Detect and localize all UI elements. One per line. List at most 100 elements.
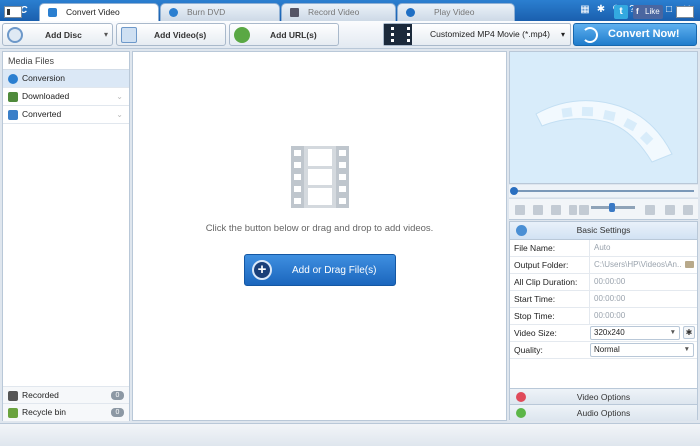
- setting-output-folder: Output Folder: C:\Users\HP\Videos\An...: [510, 257, 697, 274]
- tab-label: Convert Video: [66, 7, 120, 17]
- clip-duration-value: 00:00:00: [589, 274, 697, 290]
- volume-icon[interactable]: [579, 205, 589, 215]
- tab-play-video[interactable]: Play Video: [397, 3, 515, 21]
- sidebar-header: Media Files: [3, 52, 129, 70]
- add-disc-label: Add Disc: [45, 30, 82, 40]
- add-urls-button[interactable]: Add URL(s): [229, 23, 339, 46]
- twitter-icon[interactable]: t: [614, 5, 628, 19]
- audio-options-header[interactable]: Audio Options: [510, 404, 697, 421]
- profile-label: Customized MP4 Movie (*.mp4): [430, 29, 550, 39]
- split-icon[interactable]: [645, 205, 655, 215]
- setting-label: Video Size:: [514, 328, 557, 338]
- toggle-sidebar-icon[interactable]: [4, 6, 22, 18]
- video-preview: [509, 51, 698, 184]
- film-add-icon: [121, 27, 137, 43]
- add-or-drag-files-button[interactable]: + Add or Drag File(s): [244, 254, 396, 286]
- video-options-header[interactable]: Video Options: [510, 388, 697, 405]
- tab-label: Play Video: [434, 7, 475, 17]
- chevron-down-icon[interactable]: [569, 205, 577, 215]
- sidebar-item-label: Conversion: [22, 73, 65, 83]
- chevron-down-icon[interactable]: ▾: [104, 24, 108, 46]
- maximize-icon[interactable]: □: [662, 3, 676, 17]
- play-icon: [406, 8, 415, 17]
- basic-settings-header[interactable]: Basic Settings: [510, 222, 697, 240]
- setting-video-size: Video Size: 320x240 ▼ ✱: [510, 325, 697, 342]
- volume-slider[interactable]: [591, 203, 635, 212]
- sidebar-item-label: Recycle bin: [22, 407, 66, 417]
- dvd-icon: [169, 8, 178, 17]
- basic-settings-label: Basic Settings: [576, 225, 631, 235]
- tab-convert-video[interactable]: Convert Video: [39, 3, 159, 22]
- sidebar-item-recorded[interactable]: Recorded 0: [3, 386, 129, 404]
- recycle-bin-icon: [8, 408, 18, 418]
- tab-label: Record Video: [308, 7, 360, 17]
- snapshot-icon[interactable]: [551, 205, 561, 215]
- player-controls: [509, 198, 698, 220]
- stop-time-field[interactable]: 00:00:00: [589, 308, 697, 324]
- drop-hint: Click the button below or drag and drop …: [205, 223, 434, 234]
- file-drop-area[interactable]: Click the button below or drag and drop …: [132, 51, 507, 421]
- converted-icon: [8, 110, 18, 120]
- play-icon[interactable]: [515, 205, 525, 215]
- skin-icon[interactable]: ▦: [578, 3, 592, 17]
- chevron-down-icon: ▼: [669, 329, 676, 336]
- setting-file-name: File Name: Auto: [510, 240, 697, 257]
- sidebar-item-downloaded[interactable]: Downloaded ⌄: [3, 88, 129, 106]
- convert-now-button[interactable]: Convert Now!: [573, 23, 697, 46]
- setting-label: Output Folder:: [514, 260, 569, 270]
- count-badge: 0: [111, 408, 124, 417]
- setting-stop-time: Stop Time: 00:00:00: [510, 308, 697, 325]
- record-icon: [290, 8, 299, 17]
- file-name-field[interactable]: Auto: [589, 240, 697, 256]
- start-time-field[interactable]: 00:00:00: [589, 291, 697, 307]
- gear-icon[interactable]: ✱: [683, 326, 695, 339]
- film-strip-icon: [384, 24, 412, 45]
- quality-select[interactable]: Normal ▼: [590, 343, 694, 357]
- chevron-down-icon: ▾: [560, 30, 565, 39]
- seek-bar[interactable]: [509, 185, 698, 197]
- add-videos-button[interactable]: Add Video(s): [116, 23, 226, 46]
- setting-label: Start Time:: [514, 294, 556, 304]
- setting-start-time: Start Time: 00:00:00: [510, 291, 697, 308]
- output-folder-field[interactable]: C:\Users\HP\Videos\An...: [589, 257, 681, 273]
- conversion-icon: [8, 74, 18, 84]
- folder-icon[interactable]: [685, 261, 694, 268]
- sidebar-item-label: Converted: [22, 109, 62, 119]
- stop-icon[interactable]: [533, 205, 543, 215]
- convert-label: Convert Now!: [608, 28, 680, 40]
- count-badge: 0: [111, 391, 124, 400]
- output-profile-select[interactable]: Customized MP4 Movie (*.mp4) ▾: [383, 23, 571, 46]
- chevron-down-icon[interactable]: ⌄: [116, 88, 123, 105]
- settings-panel: Basic Settings File Name: Auto Output Fo…: [509, 221, 698, 421]
- sidebar-item-recycle-bin[interactable]: Recycle bin 0: [3, 404, 129, 422]
- effects-icon[interactable]: [665, 205, 675, 215]
- sidebar-item-conversion[interactable]: Conversion: [3, 70, 129, 88]
- sidebar-item-label: Recorded: [22, 390, 59, 400]
- add-disc-button[interactable]: Add Disc ▾: [2, 23, 113, 46]
- tab-record-video[interactable]: Record Video: [281, 3, 396, 21]
- setting-label: Stop Time:: [514, 311, 555, 321]
- recorder-icon: [8, 391, 18, 401]
- sidebar-item-converted[interactable]: Converted ⌄: [3, 106, 129, 124]
- video-size-select[interactable]: 320x240 ▼: [590, 326, 680, 340]
- setting-label: File Name:: [514, 243, 556, 253]
- add-button-label: Add or Drag File(s): [292, 265, 377, 276]
- film-strip-graphic: [535, 100, 673, 163]
- globe-add-icon: [234, 27, 250, 43]
- facebook-like-button[interactable]: Like: [633, 5, 663, 19]
- add-videos-label: Add Video(s): [154, 30, 207, 40]
- status-bar: [0, 423, 700, 446]
- add-urls-label: Add URL(s): [270, 30, 317, 40]
- refresh-icon: [582, 27, 598, 43]
- seek-handle[interactable]: [510, 187, 518, 195]
- plus-icon: +: [252, 260, 272, 280]
- wrench-icon[interactable]: [683, 205, 693, 215]
- chevron-down-icon[interactable]: ⌄: [116, 106, 123, 123]
- video-options-label: Video Options: [576, 392, 631, 402]
- tab-burn-dvd[interactable]: Burn DVD: [160, 3, 280, 21]
- setting-label: All Clip Duration:: [514, 277, 578, 287]
- settings-icon[interactable]: ✱: [594, 3, 608, 17]
- toggle-panel-icon[interactable]: [676, 6, 694, 18]
- quality-value: Normal: [594, 345, 620, 354]
- film-reel-icon: [291, 146, 349, 208]
